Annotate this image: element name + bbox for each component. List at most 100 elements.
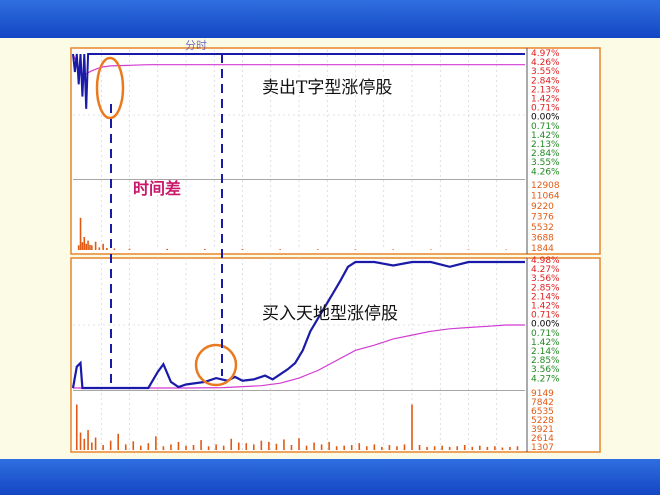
bot-volume-bar: [102, 445, 104, 450]
top-volume-bar: [98, 247, 101, 250]
bot-volume-bar: [170, 444, 172, 450]
top-volume-bar: [106, 247, 108, 250]
bot-volume-bar: [479, 445, 481, 450]
bot-volume-bar: [222, 445, 225, 450]
top-volume-label: 12908: [531, 181, 560, 191]
bot-volume-bar: [426, 446, 428, 450]
bot-volume-bar: [237, 442, 240, 450]
bot-volume-bar: [230, 438, 232, 450]
bot-volume-bar: [298, 438, 300, 450]
top-volume-label: 3688: [531, 234, 554, 244]
bot-volume-bar: [396, 446, 398, 450]
bot-volume-bar: [87, 430, 89, 450]
top-panel: 分时 4.97%4.26%3.55%2.84%2.13%1.42%0.71%0.…: [70, 39, 601, 255]
intraday-comparison-chart: 分时 4.97%4.26%3.55%2.84%2.13%1.42%0.71%0.…: [70, 39, 601, 453]
bot-volume-bar: [403, 444, 406, 450]
bot-volume-bar: [471, 446, 474, 450]
bot-volume-bar: [418, 445, 421, 450]
top-volume-bar: [81, 242, 84, 250]
top-volume-bar: [85, 243, 87, 250]
bot-volume-bar: [215, 444, 217, 450]
bot-volume-bar: [185, 445, 187, 450]
time-difference-annotation: 时间差: [133, 179, 181, 198]
top-volume-label: 11064: [531, 192, 560, 202]
bot-volume-bar: [75, 404, 78, 450]
bot-volume-bar: [268, 441, 270, 450]
bot-volume-bar: [328, 441, 330, 450]
bot-volume-bar: [132, 441, 135, 450]
bot-y-label: 4.27%: [531, 374, 560, 384]
top-header-text: 分时: [185, 39, 207, 52]
top-volume-bar: [113, 248, 116, 250]
bot-volume-bar: [486, 446, 489, 450]
top-volume-bar: [279, 249, 281, 250]
bot-volume-bar: [343, 445, 345, 450]
top-volume-bar: [91, 245, 93, 250]
bot-volume-bar: [253, 444, 255, 450]
top-volume-bar: [467, 249, 470, 250]
bot-volume-bar: [147, 443, 150, 450]
top-volume-bar: [102, 243, 104, 250]
top-volume-bar: [89, 244, 91, 250]
bot-volume-bar: [91, 442, 93, 450]
bot-volume-bar: [441, 445, 443, 450]
bot-volume-bar: [260, 440, 263, 450]
bot-volume-bar: [335, 446, 338, 450]
top-title: 卖出T字型涨停股: [262, 78, 392, 98]
bot-volume-bar: [313, 442, 315, 450]
bottom-volume-labels: 9149784265355228392126141307: [531, 389, 554, 453]
top-volume-label: 1844: [531, 244, 554, 254]
bot-volume-bar: [192, 445, 195, 450]
bot-volume-bar: [358, 443, 361, 450]
top-volume-label: 5532: [531, 223, 554, 233]
bot-volume-bar: [117, 433, 119, 450]
top-volume-bar: [241, 249, 244, 250]
bot-volume-bar: [456, 446, 458, 450]
bot-volume-bar: [305, 445, 308, 450]
top-volume-bar: [77, 245, 80, 250]
bot-volume-bar: [207, 446, 210, 450]
bot-volume-bar: [290, 445, 293, 450]
bot-volume-bar: [448, 446, 451, 450]
bot-volume-bar: [411, 404, 413, 450]
top-volume-bar: [354, 249, 357, 250]
bot-volume-bar: [433, 446, 436, 450]
top-volume-bar: [317, 249, 319, 250]
bot-volume-bar: [381, 446, 383, 450]
top-volume-label: 9220: [531, 202, 554, 212]
bottom-title: 买入天地型涨停股: [262, 304, 398, 324]
bot-volume-bar: [94, 437, 97, 450]
bot-volume-bar: [140, 445, 142, 450]
top-y-label: 4.26%: [531, 167, 560, 177]
bot-volume-bar: [388, 445, 391, 450]
top-volume-bar: [166, 248, 168, 250]
bot-volume-bar: [275, 443, 278, 450]
bot-volume-bar: [283, 439, 285, 450]
top-volume-bar: [94, 241, 97, 250]
bot-volume-bar: [463, 445, 466, 450]
bottom-y-axis-labels: 4.98%4.27%3.56%2.85%2.14%1.42%0.71%0.00%…: [531, 256, 560, 384]
bot-volume-bar: [155, 436, 157, 450]
top-volume-bar: [128, 248, 131, 250]
bot-volume-bar: [79, 432, 82, 450]
bot-volume-bar: [501, 447, 504, 450]
bot-volume-bar: [245, 443, 248, 450]
top-volume-bar: [204, 248, 206, 250]
bot-volume-bar: [320, 444, 323, 450]
top-volume-bar: [83, 237, 86, 250]
bot-volume-bar: [83, 438, 86, 450]
bot-volume-bar: [200, 440, 202, 450]
bot-volume-bar: [350, 445, 353, 450]
top-volume-bar: [430, 249, 432, 250]
bot-volume-bar: [124, 444, 127, 450]
bottom-panel: 4.98%4.27%3.56%2.85%2.14%1.42%0.71%0.00%…: [70, 256, 601, 453]
top-volume-bar: [87, 240, 89, 250]
bot-volume-bar: [494, 446, 496, 450]
top-volume-label: 7376: [531, 213, 554, 223]
top-y-axis-labels: 4.97%4.26%3.55%2.84%2.13%1.42%0.71%0.00%…: [531, 49, 560, 177]
top-volume-bar: [79, 217, 82, 250]
bot-volume-label: 1307: [531, 443, 554, 453]
bot-volume-bar: [509, 446, 511, 450]
top-volume-bar: [392, 249, 394, 250]
bot-volume-bar: [373, 444, 376, 450]
